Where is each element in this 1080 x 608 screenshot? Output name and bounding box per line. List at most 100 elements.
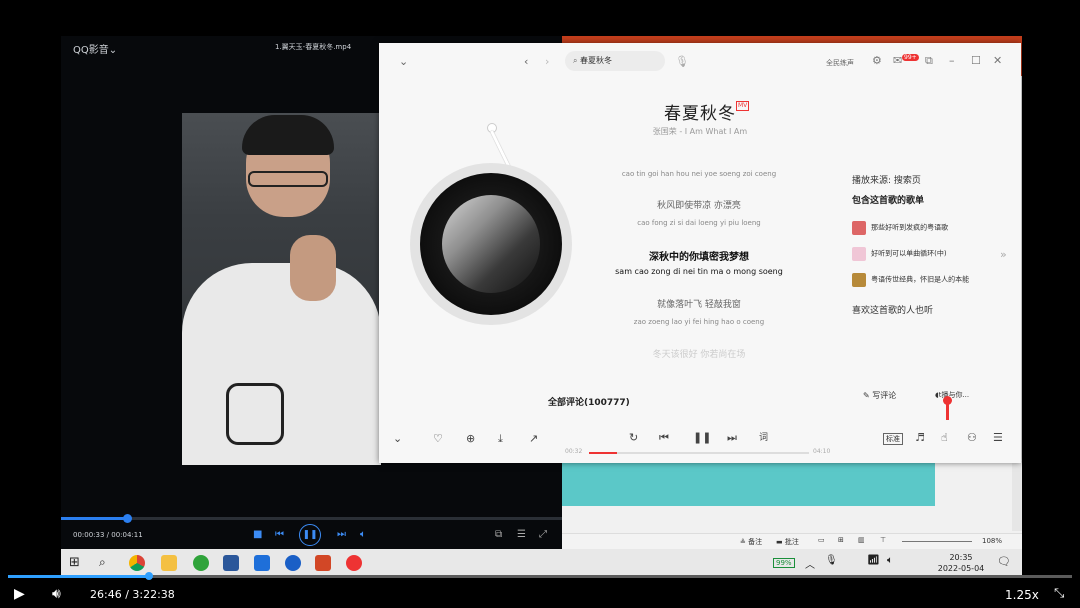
search-input[interactable]: ⌕ 春夏秋冬 (565, 51, 665, 71)
like-heart-icon[interactable]: ♡ (433, 433, 443, 445)
download-icon[interactable]: ⤓ (498, 433, 503, 445)
settings-icon[interactable]: ☰ (517, 530, 526, 540)
notification-icon[interactable]: 🗨︎ (997, 555, 1011, 568)
netease-music-icon[interactable] (346, 555, 362, 571)
playlist-item[interactable]: 那些好听到发疯的粤语歌 (852, 217, 1002, 236)
chevron-right-icon[interactable]: » (1000, 249, 1007, 261)
song-progress-track[interactable] (589, 452, 809, 454)
shirt-print-figure (226, 383, 284, 445)
likers-heading: 喜欢这首歌的人也听 (852, 306, 934, 316)
slideshow-icon[interactable]: ⊤ (880, 536, 886, 544)
chevron-up-icon[interactable]: ︿ (805, 556, 815, 571)
start-windows-icon[interactable]: ⊞ (69, 555, 80, 570)
song-artist-album[interactable]: 张国荣 - I Am What I Am (379, 126, 1021, 137)
back-icon[interactable]: ‹ (524, 56, 528, 68)
search-icon[interactable]: ⌕ (99, 555, 106, 570)
powerpoint-icon[interactable] (315, 555, 331, 571)
outer-progress-track[interactable] (8, 575, 1072, 578)
playlist-item[interactable]: 好听到可以单曲循环(中) (852, 243, 1002, 262)
notes-button[interactable]: ≗ 备注 (740, 537, 762, 547)
message-icon[interactable]: ✉ (893, 55, 902, 67)
music-player-window: ⌄ ‹ › ⌕ 春夏秋冬 🎙︎ 全民练声 ⚙ ✉ 99+ ⧉ – ☐ ✕ 春夏秋… (379, 43, 1021, 463)
qq-progress-handle[interactable] (123, 514, 132, 523)
share-icon[interactable]: ↗ (529, 433, 538, 445)
repeat-icon[interactable]: ↻ (629, 432, 638, 444)
outer-progress-handle[interactable] (145, 572, 153, 580)
album-disc (410, 163, 572, 325)
battery-indicator[interactable]: 99% (773, 558, 795, 568)
ie-browser-icon[interactable] (193, 555, 209, 571)
outer-progress-fill (8, 575, 149, 578)
listen-together-icon[interactable]: ☝ (941, 432, 948, 444)
microphone-icon[interactable]: 🎙︎ (825, 555, 838, 566)
cloud-app-icon[interactable] (254, 555, 270, 571)
playlist-cover (852, 220, 866, 235)
write-comment-button[interactable]: ✎ 写评论 (863, 390, 896, 401)
lyrics-toggle[interactable]: 词 (759, 432, 768, 444)
add-to-playlist-icon[interactable]: ⊕ (466, 433, 475, 445)
volume-icon[interactable]: 🔈︎ (360, 530, 366, 540)
next-icon[interactable]: ⏭ (337, 530, 346, 540)
screenshot-icon[interactable]: ⧉ (495, 530, 502, 540)
playback-speed-button[interactable]: 1.25x (1005, 588, 1039, 602)
sound-effect-icon[interactable]: ♬ (915, 432, 925, 444)
next-track-icon[interactable]: ⏭ (727, 432, 737, 444)
qq-brand-menu[interactable]: QQ影音⌄ (73, 41, 117, 56)
stop-icon[interactable]: ■ (253, 530, 262, 540)
outer-time-readout: 26:46 / 3:22:38 (90, 588, 175, 601)
qq-progress-track[interactable] (61, 517, 562, 520)
zoom-slider[interactable] (902, 541, 972, 542)
chrome-icon[interactable] (129, 555, 145, 571)
slide-sorter-icon[interactable]: ⊞ (838, 536, 844, 544)
playlist-item[interactable]: 粤语传世经典，怀旧是人的本能 (852, 269, 1002, 288)
fullscreen-icon[interactable]: ⤢ (539, 530, 547, 540)
ppt-scrollbar[interactable] (1012, 461, 1022, 531)
network-icon[interactable]: 📶︎ (867, 555, 880, 566)
album-cover (442, 195, 540, 293)
close-icon[interactable]: ✕ (993, 55, 1002, 67)
pause-track-icon[interactable]: ❚❚ (693, 432, 711, 444)
pause-button[interactable]: ❚❚ (299, 524, 321, 546)
music-top-bar: ⌄ ‹ › ⌕ 春夏秋冬 🎙︎ 全民练声 ⚙ ✉ 99+ ⧉ – ☐ ✕ (379, 43, 1021, 81)
minimize-icon[interactable]: – (949, 55, 955, 67)
playlist-queue-icon[interactable]: ☰ (993, 432, 1003, 444)
voice-search-icon[interactable]: 🎙︎ (675, 56, 689, 68)
previous-track-icon[interactable]: ⏮ (659, 432, 669, 444)
speaker-icon[interactable]: 🔈︎ (887, 555, 893, 566)
previous-icon[interactable]: ⏮ (275, 530, 284, 540)
maximize-icon[interactable]: ☐ (971, 55, 981, 67)
playlist-name: 那些好听到发疯的粤语歌 (871, 223, 949, 232)
normal-view-icon[interactable]: ▭ (818, 536, 825, 544)
mv-badge[interactable]: MV (736, 101, 750, 111)
qq-player-icon[interactable] (285, 555, 301, 571)
quality-button[interactable]: 标准 (883, 433, 903, 445)
zoom-level[interactable]: 108% (982, 537, 1002, 545)
lyric-line: 就像落叶飞 轻敲我窗 (657, 300, 741, 310)
ppt-slide-shape[interactable] (562, 461, 935, 506)
volume-slider-handle[interactable] (943, 396, 952, 405)
lyric-line-faded: 冬天该很好 你若尚在场 (652, 350, 746, 360)
qq-video-frame[interactable] (182, 113, 381, 465)
exit-fullscreen-icon[interactable]: ⤡ (1054, 586, 1064, 601)
comments-button[interactable]: ▬ 批注 (776, 537, 799, 547)
top-link[interactable]: 全民练声 (826, 58, 854, 68)
word-icon[interactable] (223, 555, 239, 571)
all-comments-label[interactable]: 全部评论(100777) (548, 395, 630, 408)
collapse-icon[interactable]: ⌄ (399, 56, 408, 68)
file-explorer-icon[interactable] (161, 555, 177, 571)
volume-icon[interactable]: 🔊︎ (52, 586, 61, 602)
reading-view-icon[interactable]: ▥ (858, 536, 865, 544)
settings-gear-icon[interactable]: ⚙ (872, 55, 882, 67)
search-icon: ⌕ (573, 56, 578, 65)
friends-icon[interactable]: ⚇ (967, 432, 977, 444)
song-progress-fill (589, 452, 617, 454)
mini-mode-icon[interactable]: ⧉ (925, 55, 933, 67)
write-comment-label: 写评论 (872, 391, 897, 400)
taskbar-clock[interactable]: 20:35 2022-05-04 (936, 552, 986, 574)
collapse-down-icon[interactable]: ⌄ (393, 433, 402, 445)
song-title: 春夏秋冬 (664, 104, 736, 124)
lyric-pinyin: cao tin goi han hou nei yoe soeng zoi co… (621, 170, 777, 178)
forward-icon[interactable]: › (545, 56, 549, 68)
share-to-button[interactable]: ◖t播与你... (935, 390, 969, 400)
play-icon[interactable]: ▶ (14, 586, 25, 602)
